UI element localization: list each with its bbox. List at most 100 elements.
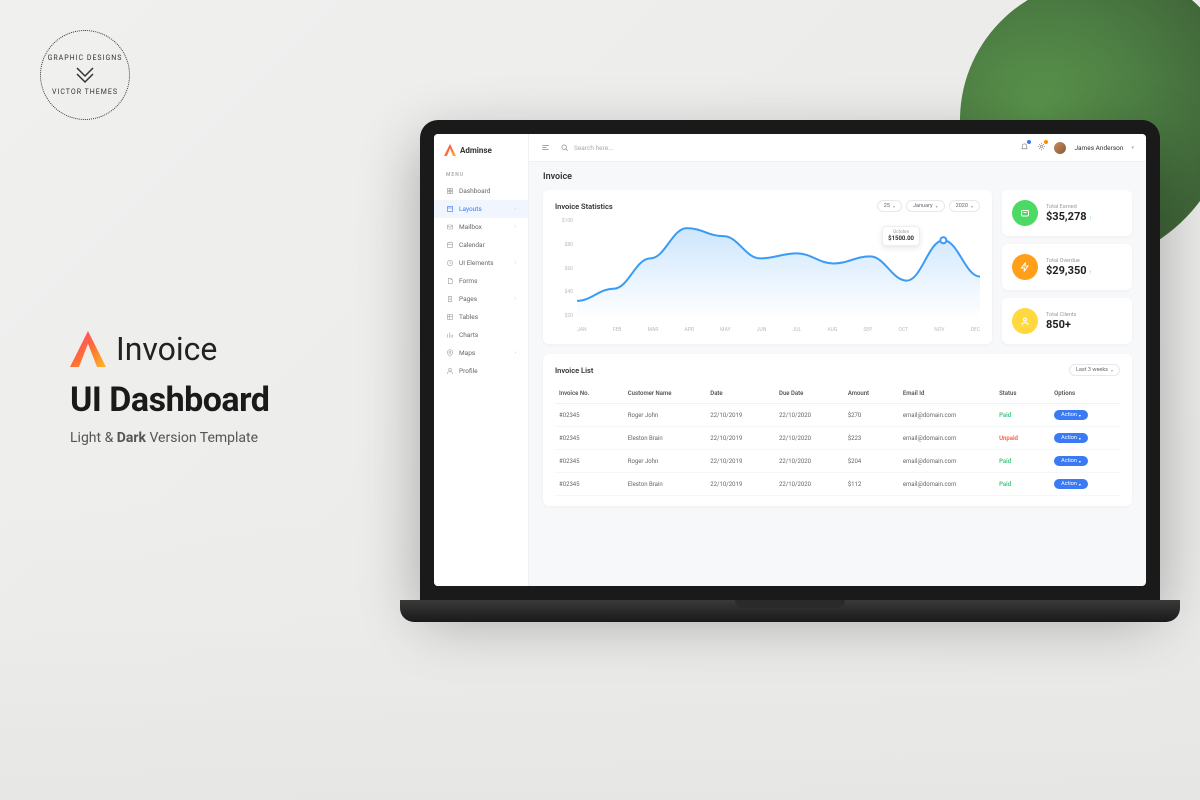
x-tick: OCT xyxy=(899,327,909,333)
cell-due: 22/10/2020 xyxy=(779,458,848,465)
cell-amount: $204 xyxy=(848,458,903,465)
filter-year[interactable]: 2020 xyxy=(949,200,980,212)
cell-date: 22/10/2019 xyxy=(710,481,779,488)
username-label[interactable]: James Anderson xyxy=(1074,144,1123,152)
sidebar-item-layouts[interactable]: Layouts › xyxy=(434,200,528,218)
main-area: Search here... James Anderson ▾ xyxy=(529,134,1146,586)
invoice-list-card: Invoice List Last 3 weeks Invoice No.Cus… xyxy=(543,354,1132,506)
page-title: Invoice xyxy=(543,172,1132,182)
x-tick: FEB xyxy=(613,327,622,333)
sidebar-item-forms[interactable]: Forms xyxy=(434,272,528,290)
laptop-mockup: Adminse MENU Dashboard Layouts › Mailbox › Ca… xyxy=(400,120,1180,660)
cell-status: Unpaid xyxy=(999,435,1054,442)
sidebar-item-tables[interactable]: Tables xyxy=(434,308,528,326)
y-tick: $100 xyxy=(555,218,573,224)
column-header: Status xyxy=(999,390,1054,397)
nav-label: Mailbox xyxy=(459,223,482,231)
chevron-right-icon: › xyxy=(514,206,516,212)
nav-label: Layouts xyxy=(459,205,482,213)
content: Invoice Invoice Statistics 25 January 20… xyxy=(529,162,1146,586)
sidebar-item-charts[interactable]: Charts xyxy=(434,326,528,344)
x-tick: APR xyxy=(685,327,695,333)
table-row: #02345 Eleston Brain 22/10/2019 22/10/20… xyxy=(555,473,1120,496)
cell-customer: Eleston Brain xyxy=(628,435,711,442)
cell-invoice-no: #02345 xyxy=(559,435,628,442)
nav-icon xyxy=(446,277,454,285)
action-button[interactable]: Action xyxy=(1054,433,1088,443)
table-row: #02345 Roger John 22/10/2019 22/10/2020 … xyxy=(555,450,1120,473)
cell-amount: $223 xyxy=(848,435,903,442)
sidebar-item-mailbox[interactable]: Mailbox › xyxy=(434,218,528,236)
arrow-up-icon: ↑ xyxy=(1089,269,1092,276)
cell-email: email@domain.com xyxy=(903,435,999,442)
sidebar-item-ui-elements[interactable]: UI Elements› xyxy=(434,254,528,272)
app-root: Adminse MENU Dashboard Layouts › Mailbox › Ca… xyxy=(434,134,1146,586)
filter-count[interactable]: 25 xyxy=(877,200,902,212)
menu-section-label: MENU xyxy=(434,166,528,182)
cell-due: 22/10/2020 xyxy=(779,481,848,488)
search-icon xyxy=(560,143,569,152)
chevron-right-icon: › xyxy=(514,296,516,302)
column-header: Email Id xyxy=(903,390,999,397)
avatar[interactable] xyxy=(1054,142,1066,154)
cell-customer: Eleston Brain xyxy=(628,481,711,488)
x-tick: AUG xyxy=(827,327,837,333)
nav-label: Tables xyxy=(459,313,478,321)
column-header: Options xyxy=(1054,390,1116,397)
chart-title: Invoice Statistics xyxy=(555,202,613,211)
y-tick: $60 xyxy=(555,266,573,272)
stat-card: Total Clients 850+ xyxy=(1002,298,1132,344)
stat-card: Total Overdue $29,350↑ xyxy=(1002,244,1132,290)
x-tick: NOV xyxy=(934,327,944,333)
sidebar-item-maps[interactable]: Maps› xyxy=(434,344,528,362)
sidebar-item-calendar[interactable]: Calendar xyxy=(434,236,528,254)
column-header: Amount xyxy=(848,390,903,397)
nav-label: Calendar xyxy=(459,241,485,249)
chevron-right-icon: › xyxy=(514,260,516,266)
badge-text-top: GRAPHIC DESIGNS xyxy=(48,54,123,62)
nav-label: Charts xyxy=(459,331,478,339)
action-button[interactable]: Action xyxy=(1054,479,1088,489)
promo-block: Invoice UI Dashboard Light & Dark Versio… xyxy=(70,330,269,446)
topbar: Search here... James Anderson ▾ xyxy=(529,134,1146,162)
x-tick: JAN xyxy=(577,327,587,333)
cell-invoice-no: #02345 xyxy=(559,481,628,488)
brand[interactable]: Adminse xyxy=(434,144,528,166)
x-tick: DEC xyxy=(971,327,980,333)
stat-value: 850+ xyxy=(1046,318,1077,331)
stat-value: $35,278↑ xyxy=(1046,210,1092,223)
y-tick: $40 xyxy=(555,289,573,295)
chevron-right-icon: › xyxy=(514,224,516,230)
cell-customer: Roger John xyxy=(628,458,711,465)
notification-bell-button[interactable] xyxy=(1020,142,1029,153)
list-filter[interactable]: Last 3 weeks xyxy=(1069,364,1120,376)
chevron-down-icon: ▾ xyxy=(1131,145,1134,151)
sidebar-item-profile[interactable]: Profile xyxy=(434,362,528,380)
nav-icon xyxy=(446,331,454,339)
nav-icon xyxy=(446,295,454,303)
promo-subtitle: UI Dashboard xyxy=(70,380,269,420)
stat-card: Total Earned $35,278↑ xyxy=(1002,190,1132,236)
search-placeholder: Search here... xyxy=(574,144,613,152)
cell-date: 22/10/2019 xyxy=(710,412,779,419)
column-header: Invoice No. xyxy=(559,390,628,397)
nav-icon xyxy=(446,259,454,267)
menu-toggle-icon[interactable] xyxy=(541,143,550,152)
nav-icon xyxy=(446,349,454,357)
nav-icon xyxy=(446,241,454,249)
settings-button[interactable] xyxy=(1037,142,1046,153)
stat-icon xyxy=(1012,200,1038,226)
action-button[interactable]: Action xyxy=(1054,456,1088,466)
x-tick: MAY xyxy=(720,327,730,333)
x-tick: JUL xyxy=(793,327,802,333)
cell-email: email@domain.com xyxy=(903,458,999,465)
action-button[interactable]: Action xyxy=(1054,410,1088,420)
promo-logo-icon xyxy=(70,331,106,367)
filter-month[interactable]: January xyxy=(906,200,945,212)
nav-icon xyxy=(446,367,454,375)
y-tick: $20 xyxy=(555,313,573,319)
search-input[interactable]: Search here... xyxy=(560,143,1010,152)
sidebar-item-pages[interactable]: Pages› xyxy=(434,290,528,308)
sidebar-item-dashboard[interactable]: Dashboard xyxy=(434,182,528,200)
cell-due: 22/10/2020 xyxy=(779,412,848,419)
